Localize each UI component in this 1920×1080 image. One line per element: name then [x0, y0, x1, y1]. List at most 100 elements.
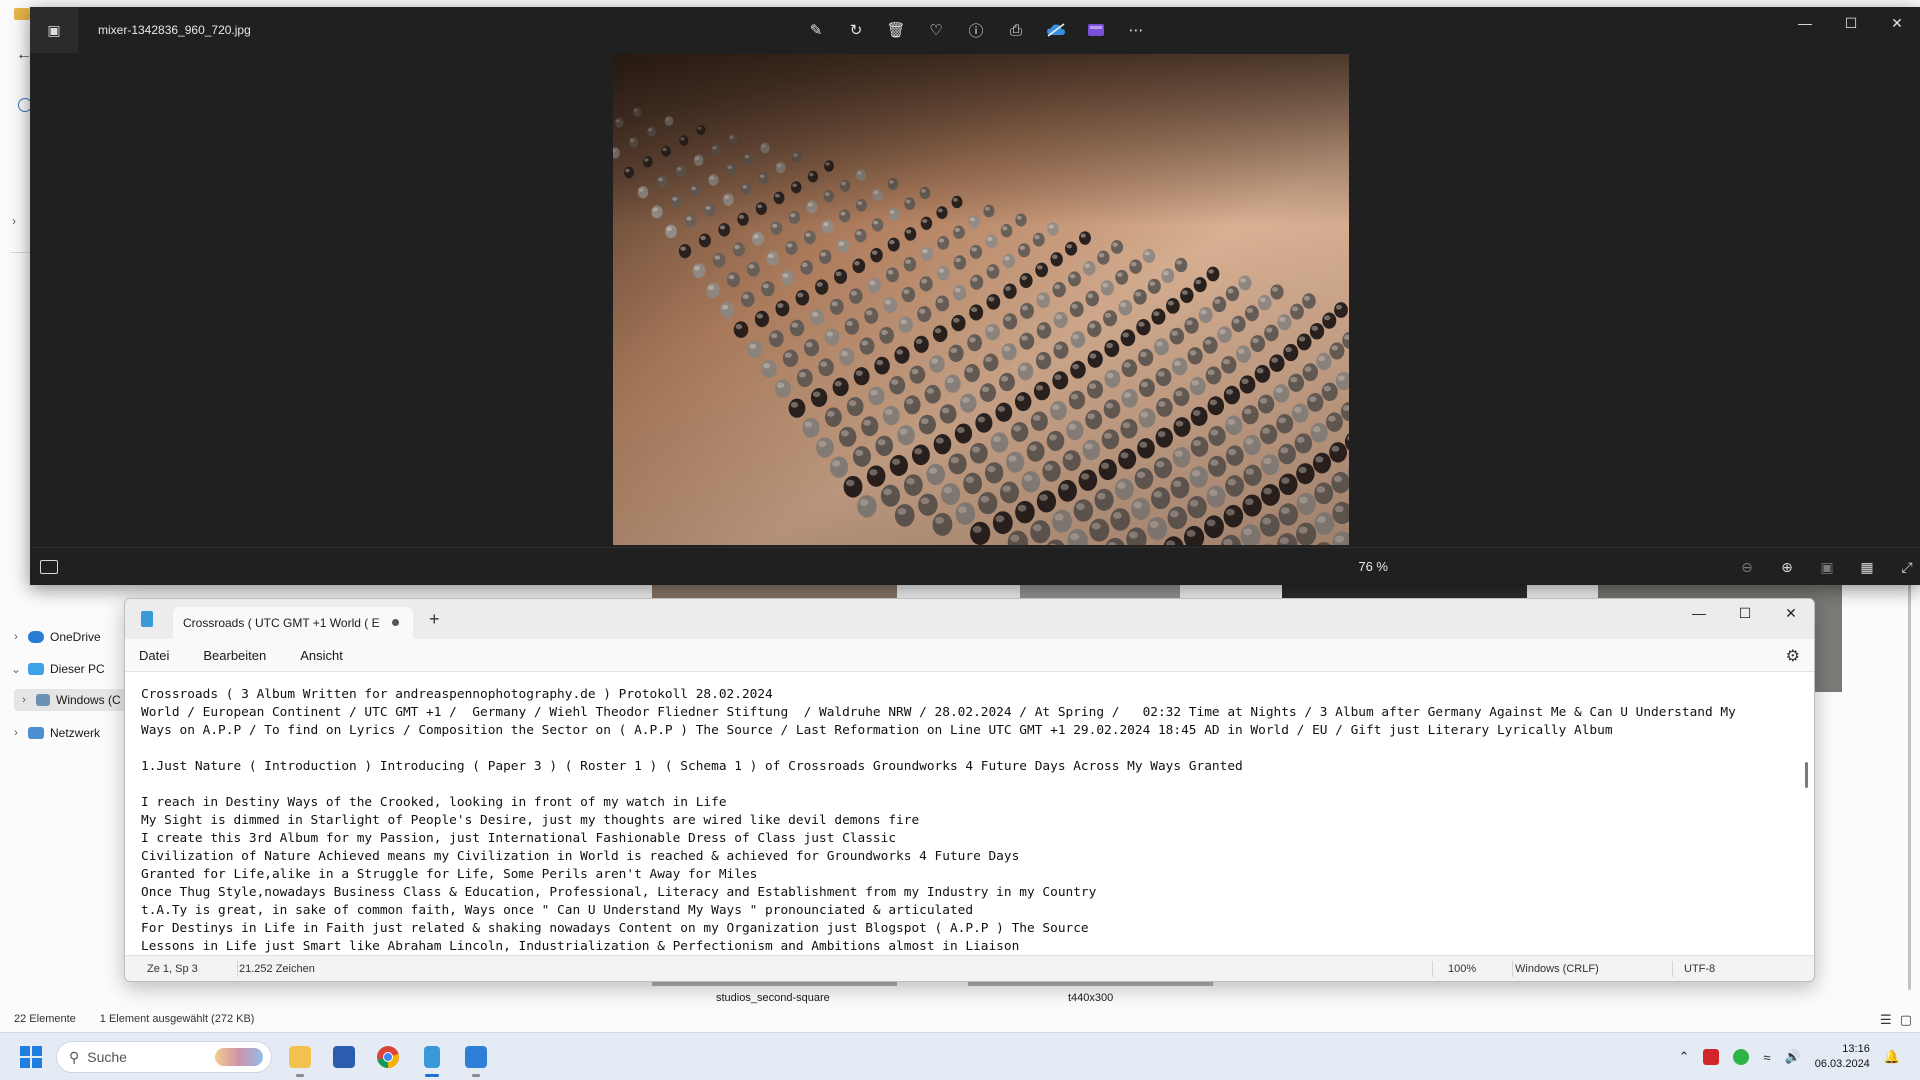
notepad-icon[interactable]	[416, 1041, 448, 1077]
tab-bar[interactable]: Crossroads ( UTC GMT +1 World ( E + — ☐ …	[125, 599, 1814, 639]
drive-icon	[36, 694, 50, 706]
thumbnail[interactable]	[968, 982, 1213, 986]
rotate-icon[interactable]: ↻	[844, 19, 868, 41]
nav-item-onedrive[interactable]: › OneDrive	[10, 626, 101, 648]
nav-label: Dieser PC	[50, 662, 105, 676]
thumbnail-caption: studios_second-square	[716, 992, 830, 1004]
photos-app-icon[interactable]: ▣	[30, 7, 78, 53]
pc-icon	[28, 663, 44, 675]
title-bar[interactable]: ▣ mixer-1342836_960_720.jpg ✎ ↻ 🗑 ♡ ⓘ ⎙ …	[30, 7, 1920, 53]
onedrive-icon[interactable]	[1044, 19, 1068, 41]
menu-bar: Datei Bearbeiten Ansicht	[125, 639, 1814, 671]
divider	[237, 961, 238, 977]
store-icon[interactable]	[328, 1041, 360, 1073]
clipchamp-icon[interactable]	[1084, 19, 1108, 41]
cloud-icon	[28, 631, 44, 643]
volume-icon[interactable]: 🔊	[1785, 1049, 1801, 1065]
details-view-icon[interactable]: ☰	[1880, 1012, 1892, 1028]
scrollbar-thumb[interactable]	[1805, 762, 1808, 788]
chevron-up-icon[interactable]: ⌃	[1679, 1049, 1690, 1065]
menu-edit[interactable]: Bearbeiten	[203, 643, 278, 668]
nav-label: Netzwerk	[50, 726, 101, 740]
zoom-level[interactable]: 76 %	[1358, 559, 1388, 574]
photos-window: ▣ mixer-1342836_960_720.jpg ✎ ↻ 🗑 ♡ ⓘ ⎙ …	[30, 7, 1920, 585]
chrome-icon[interactable]	[372, 1041, 404, 1073]
chevron-right-icon[interactable]: ›	[18, 694, 30, 706]
new-tab-icon[interactable]: +	[429, 609, 440, 630]
menu-view[interactable]: Ansicht	[300, 643, 355, 668]
text-line: Civilization of Nature Achieved means my…	[141, 849, 1020, 864]
wifi-icon[interactable]: ≈	[1763, 1050, 1770, 1065]
nav-item-network[interactable]: › Netzwerk	[10, 722, 100, 744]
zoom-out-icon[interactable]: ⊖	[1736, 556, 1758, 578]
zoom-in-icon[interactable]: ⊕	[1776, 556, 1798, 578]
thumbnail[interactable]	[1282, 584, 1527, 598]
thumbnail[interactable]	[652, 982, 897, 986]
more-icon[interactable]: ⋯	[1124, 19, 1148, 41]
fit-to-window-icon[interactable]: ▣	[1816, 556, 1838, 578]
search-highlight-icon	[215, 1048, 263, 1066]
minimize-icon[interactable]: —	[1782, 7, 1828, 39]
acrobat-icon[interactable]	[1703, 1049, 1720, 1065]
search-placeholder: Suche	[87, 1049, 127, 1065]
chevron-down-icon[interactable]: ⌄	[10, 663, 22, 676]
zoom-level[interactable]: 100%	[1448, 963, 1476, 975]
filmstrip-icon[interactable]	[40, 560, 58, 574]
thumbnail[interactable]	[1020, 584, 1180, 598]
delete-icon[interactable]: 🗑	[884, 19, 908, 41]
unsaved-dot-icon[interactable]	[392, 619, 399, 626]
zoom-tools: ⊖ ⊕ ▣ ▦ ⤢	[1736, 556, 1918, 578]
notification-bell-icon[interactable]: 🔔	[1884, 1049, 1900, 1065]
minimize-icon[interactable]: —	[1676, 599, 1722, 627]
toolbar: ✎ ↻ 🗑 ♡ ⓘ ⎙ ⋯	[804, 19, 1148, 41]
fullscreen-icon[interactable]: ⤢	[1896, 556, 1918, 578]
status-bar: 22 Elemente 1 Element ausgewählt (272 KB…	[14, 1013, 254, 1025]
search-box[interactable]: ⚲ Suche	[56, 1041, 272, 1073]
edit-image-icon[interactable]: ✎	[804, 19, 828, 41]
tiles-view-icon[interactable]: ▢	[1900, 1012, 1912, 1028]
close-icon[interactable]: ✕	[1874, 7, 1920, 39]
taskbar: ⚲ Suche ⌃ ≈ 🔊 13:16 06.03.2024 🔔	[0, 1032, 1920, 1080]
chevron-right-icon[interactable]: ›	[12, 214, 16, 228]
maximize-icon[interactable]: ☐	[1722, 599, 1768, 627]
photos-icon[interactable]	[460, 1041, 492, 1077]
nav-item-this-pc[interactable]: ⌄ Dieser PC	[10, 658, 105, 680]
mixer-photo[interactable]	[613, 54, 1349, 545]
start-button[interactable]	[20, 1046, 42, 1068]
tab-title: Crossroads ( UTC GMT +1 World ( E	[183, 616, 380, 630]
chevron-right-icon[interactable]: ›	[10, 727, 22, 739]
actual-size-icon[interactable]: ▦	[1856, 556, 1878, 578]
favorite-icon[interactable]: ♡	[924, 19, 948, 41]
text-line: Crossroads ( 3 Album Written for andreas…	[141, 687, 773, 702]
tab-document[interactable]: Crossroads ( UTC GMT +1 World ( E	[173, 607, 413, 639]
chevron-right-icon[interactable]: ›	[10, 631, 22, 643]
text-line	[141, 740, 1800, 758]
security-check-icon[interactable]	[1733, 1049, 1750, 1065]
line-ending[interactable]: Windows (CRLF)	[1515, 963, 1599, 975]
text-line: Granted for Life,alike in a Struggle for…	[141, 867, 758, 882]
view-toggle[interactable]: ☰ ▢	[1880, 1012, 1912, 1028]
text-line: World / European Continent / UTC GMT +1 …	[141, 705, 1736, 720]
print-icon[interactable]: ⎙	[1004, 19, 1028, 41]
file-explorer-icon[interactable]	[284, 1041, 316, 1077]
encoding[interactable]: UTF-8	[1684, 963, 1715, 975]
info-icon[interactable]: ⓘ	[964, 19, 988, 41]
text-editor[interactable]: Crossroads ( 3 Album Written for andreas…	[125, 671, 1814, 957]
settings-gear-icon[interactable]: ⚙	[1786, 646, 1800, 666]
scrollbar[interactable]	[1908, 530, 1911, 990]
divider	[10, 252, 30, 253]
clock[interactable]: 13:16 06.03.2024	[1815, 1042, 1870, 1072]
thumbnail[interactable]	[652, 584, 897, 598]
text-line: I reach in Destiny Ways of the Crooked, …	[141, 795, 727, 810]
divider	[1672, 961, 1673, 977]
nav-item-windows-c[interactable]: › Windows (C	[14, 689, 129, 711]
menu-file[interactable]: Datei	[139, 643, 181, 668]
window-controls: — ☐ ✕	[1782, 7, 1920, 39]
text-line: My Sight is dimmed in Starlight of Peopl…	[141, 813, 920, 828]
maximize-icon[interactable]: ☐	[1828, 7, 1874, 39]
text-line: 1.Just Nature ( Introduction ) Introduci…	[141, 759, 1243, 774]
close-icon[interactable]: ✕	[1768, 599, 1814, 627]
text-line: t.A.Ty is great, in sake of common faith…	[141, 903, 974, 918]
text-line: Lessons in Life just Smart like Abraham …	[141, 939, 1020, 954]
bottom-bar: 76 % ⊖ ⊕ ▣ ▦ ⤢	[30, 547, 1920, 585]
